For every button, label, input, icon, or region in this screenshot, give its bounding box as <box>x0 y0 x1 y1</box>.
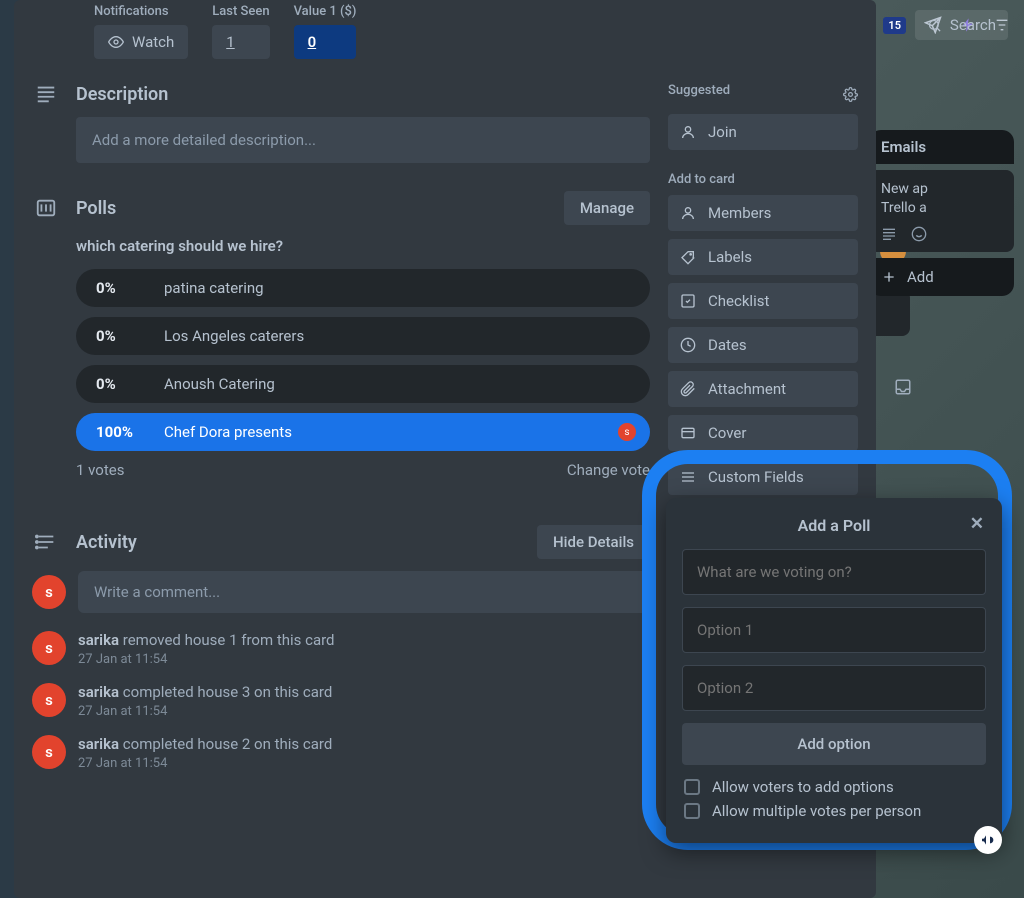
change-vote-link[interactable]: Change vote <box>567 461 650 479</box>
polls-section: Polls Manage which catering should we hi… <box>32 191 650 479</box>
poll-option-1-input[interactable] <box>682 607 986 653</box>
activity-time: 27 Jan at 11:54 <box>78 652 650 667</box>
description-section: Description Add a more detailed descript… <box>32 83 650 163</box>
polls-title: Polls <box>76 198 548 219</box>
check-icon <box>680 293 696 309</box>
description-input[interactable]: Add a more detailed description... <box>76 117 650 163</box>
align-icon <box>881 226 897 242</box>
close-icon[interactable]: ✕ <box>970 514 984 534</box>
activity-icon <box>32 531 60 553</box>
activity-item: s sarika completed house 2 on this card … <box>32 735 650 771</box>
activity-title: Activity <box>76 532 521 553</box>
watch-button[interactable]: Watch <box>94 25 188 59</box>
allow-multi-vote-checkbox[interactable]: Allow multiple votes per person <box>682 799 986 823</box>
paperclip-icon <box>680 381 696 397</box>
user-avatar: s <box>32 575 66 609</box>
user-avatar: s <box>32 631 66 665</box>
user-icon <box>680 205 696 221</box>
user-avatar: s <box>32 735 66 769</box>
voter-badge: s <box>618 423 636 441</box>
suggested-label: Suggested <box>668 83 730 98</box>
activity-time: 27 Jan at 11:54 <box>78 756 650 771</box>
popover-title: Add a Poll <box>798 516 871 535</box>
dates-button[interactable]: Dates <box>668 327 858 363</box>
labels-button[interactable]: Labels <box>668 239 858 275</box>
activity-item: s sarika removed house 1 from this card … <box>32 631 650 667</box>
poll-option-2-input[interactable] <box>682 665 986 711</box>
cover-button[interactable]: Cover <box>668 415 858 451</box>
card-header-fields: Notifications Watch Last Seen 1 Value 1 … <box>32 0 858 59</box>
search-input[interactable]: Search <box>915 10 1008 40</box>
poll-option[interactable]: 0% Los Angeles caterers <box>76 317 650 355</box>
activity-time: 27 Jan at 11:54 <box>78 704 650 719</box>
allow-voters-add-checkbox[interactable]: Allow voters to add options <box>682 775 986 799</box>
notifications-label: Notifications <box>94 4 188 19</box>
poll-option[interactable]: 0% patina catering <box>76 269 650 307</box>
emoji-icon <box>911 226 927 242</box>
tag-icon <box>680 249 696 265</box>
lastseen-label: Last Seen <box>212 4 269 19</box>
board-card[interactable]: New ap Trello a <box>869 170 1014 252</box>
user-icon <box>680 124 696 140</box>
custom-fields-button[interactable]: Custom Fields <box>668 459 858 495</box>
attachment-button[interactable]: Attachment <box>668 371 858 407</box>
column-header: Emails <box>869 130 1014 164</box>
user-avatar: s <box>32 683 66 717</box>
gear-icon[interactable] <box>843 87 858 102</box>
comment-input[interactable]: Write a comment... <box>78 571 650 613</box>
poll-question-input[interactable] <box>682 549 986 595</box>
poll-question: which catering should we hire? <box>76 237 650 255</box>
search-placeholder: Search <box>950 16 996 34</box>
manage-polls-button[interactable]: Manage <box>564 191 650 225</box>
description-title: Description <box>76 84 650 105</box>
poll-option[interactable]: 0% Anoush Catering <box>76 365 650 403</box>
members-button[interactable]: Members <box>668 195 858 231</box>
value1-value[interactable]: 0 <box>294 25 357 59</box>
polls-icon <box>32 197 60 219</box>
add-poll-popover: Add a Poll ✕ Add option Allow voters to … <box>666 498 1002 843</box>
vote-count: 1 votes <box>76 461 124 479</box>
cover-icon <box>680 425 696 441</box>
fields-icon <box>680 469 696 485</box>
tray-icon[interactable] <box>894 378 912 396</box>
activity-section: Activity Hide Details s Write a comment.… <box>32 525 650 771</box>
lastseen-value[interactable]: 1 <box>212 25 269 59</box>
megaphone-icon[interactable] <box>974 826 1002 854</box>
add-card-button[interactable]: Add <box>869 258 1014 296</box>
activity-item: s sarika completed house 3 on this card … <box>32 683 650 719</box>
add-option-button[interactable]: Add option <box>682 723 986 765</box>
add-to-card-label: Add to card <box>668 172 858 187</box>
column-title: Emails <box>881 138 926 156</box>
poll-option-selected[interactable]: 100% Chef Dora presents s <box>76 413 650 451</box>
value1-label: Value 1 ($) <box>294 4 357 19</box>
hide-details-button[interactable]: Hide Details <box>537 525 650 559</box>
join-button[interactable]: Join <box>668 114 858 150</box>
checklist-button[interactable]: Checklist <box>668 283 858 319</box>
board-column: Emails New ap Trello a Add <box>869 130 1014 296</box>
clock-icon <box>680 337 696 353</box>
description-icon <box>32 83 60 105</box>
notification-badge: 15 <box>883 17 906 34</box>
